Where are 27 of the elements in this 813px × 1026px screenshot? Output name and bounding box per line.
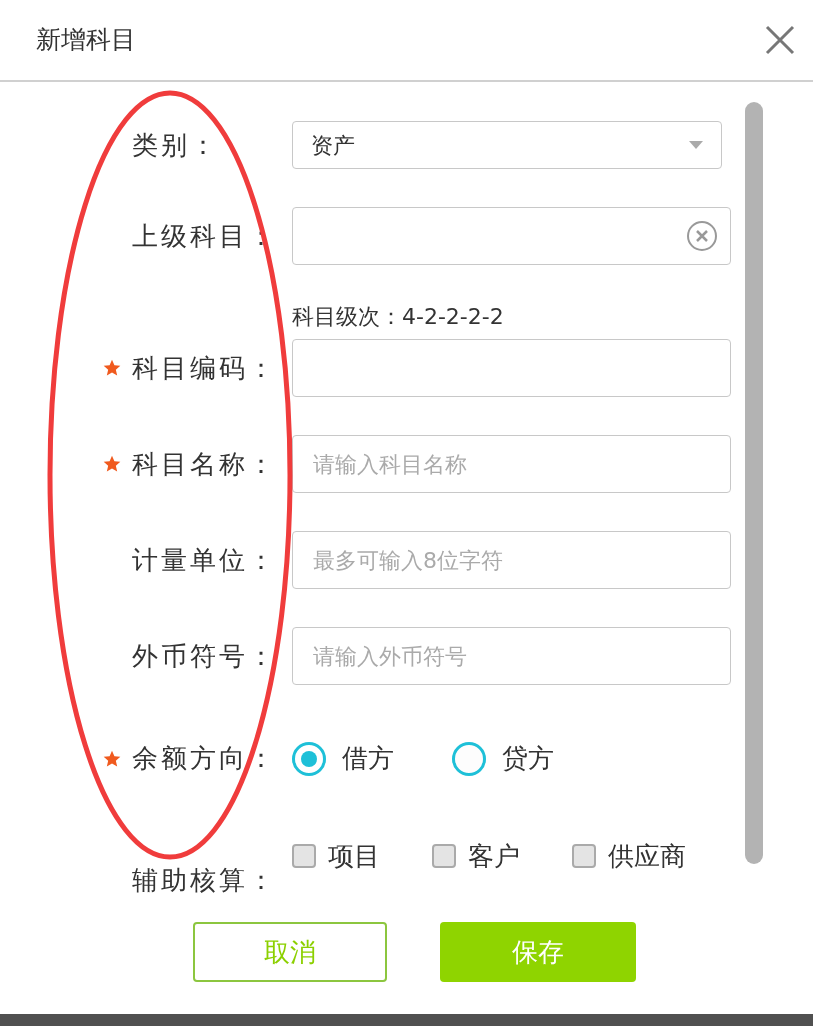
text-field[interactable]: 请输入外币符号 xyxy=(292,627,731,685)
required-star-icon xyxy=(102,358,122,378)
radio-option[interactable]: 借方 xyxy=(292,739,424,778)
text-field[interactable]: 最多可输入8位字符 xyxy=(292,531,731,589)
radio-option[interactable]: 贷方 xyxy=(452,739,584,778)
field-label: 余额方向： xyxy=(132,742,277,775)
checkbox-option[interactable]: 供应商 xyxy=(572,841,732,871)
checkbox-option[interactable]: 项目 xyxy=(292,841,432,871)
required-star-icon xyxy=(102,454,122,474)
checkbox-option[interactable]: 客户 xyxy=(432,841,572,871)
field-label: 类别： xyxy=(132,128,219,162)
dropdown-caret-icon xyxy=(689,141,703,149)
field-label: 辅助核算： xyxy=(132,863,277,897)
clear-icon[interactable] xyxy=(686,220,718,252)
select-value: 资产 xyxy=(311,131,355,160)
close-icon[interactable] xyxy=(765,25,795,55)
field-label: 科目名称： xyxy=(132,447,277,481)
text-field[interactable]: 请输入科目名称 xyxy=(292,435,731,493)
field-label: 科目编码： xyxy=(132,351,277,385)
dialog-title: 新增科目 xyxy=(36,24,136,57)
parent-account-field[interactable] xyxy=(292,207,731,265)
scrollbar-thumb[interactable] xyxy=(745,102,763,864)
text-field[interactable] xyxy=(292,339,731,397)
level-hint: 科目级次：4-2-2-2-2 xyxy=(292,305,505,331)
category-select[interactable]: 资产 xyxy=(292,121,722,169)
field-label: 计量单位： xyxy=(132,543,277,577)
field-label: 外币符号： xyxy=(132,639,277,673)
